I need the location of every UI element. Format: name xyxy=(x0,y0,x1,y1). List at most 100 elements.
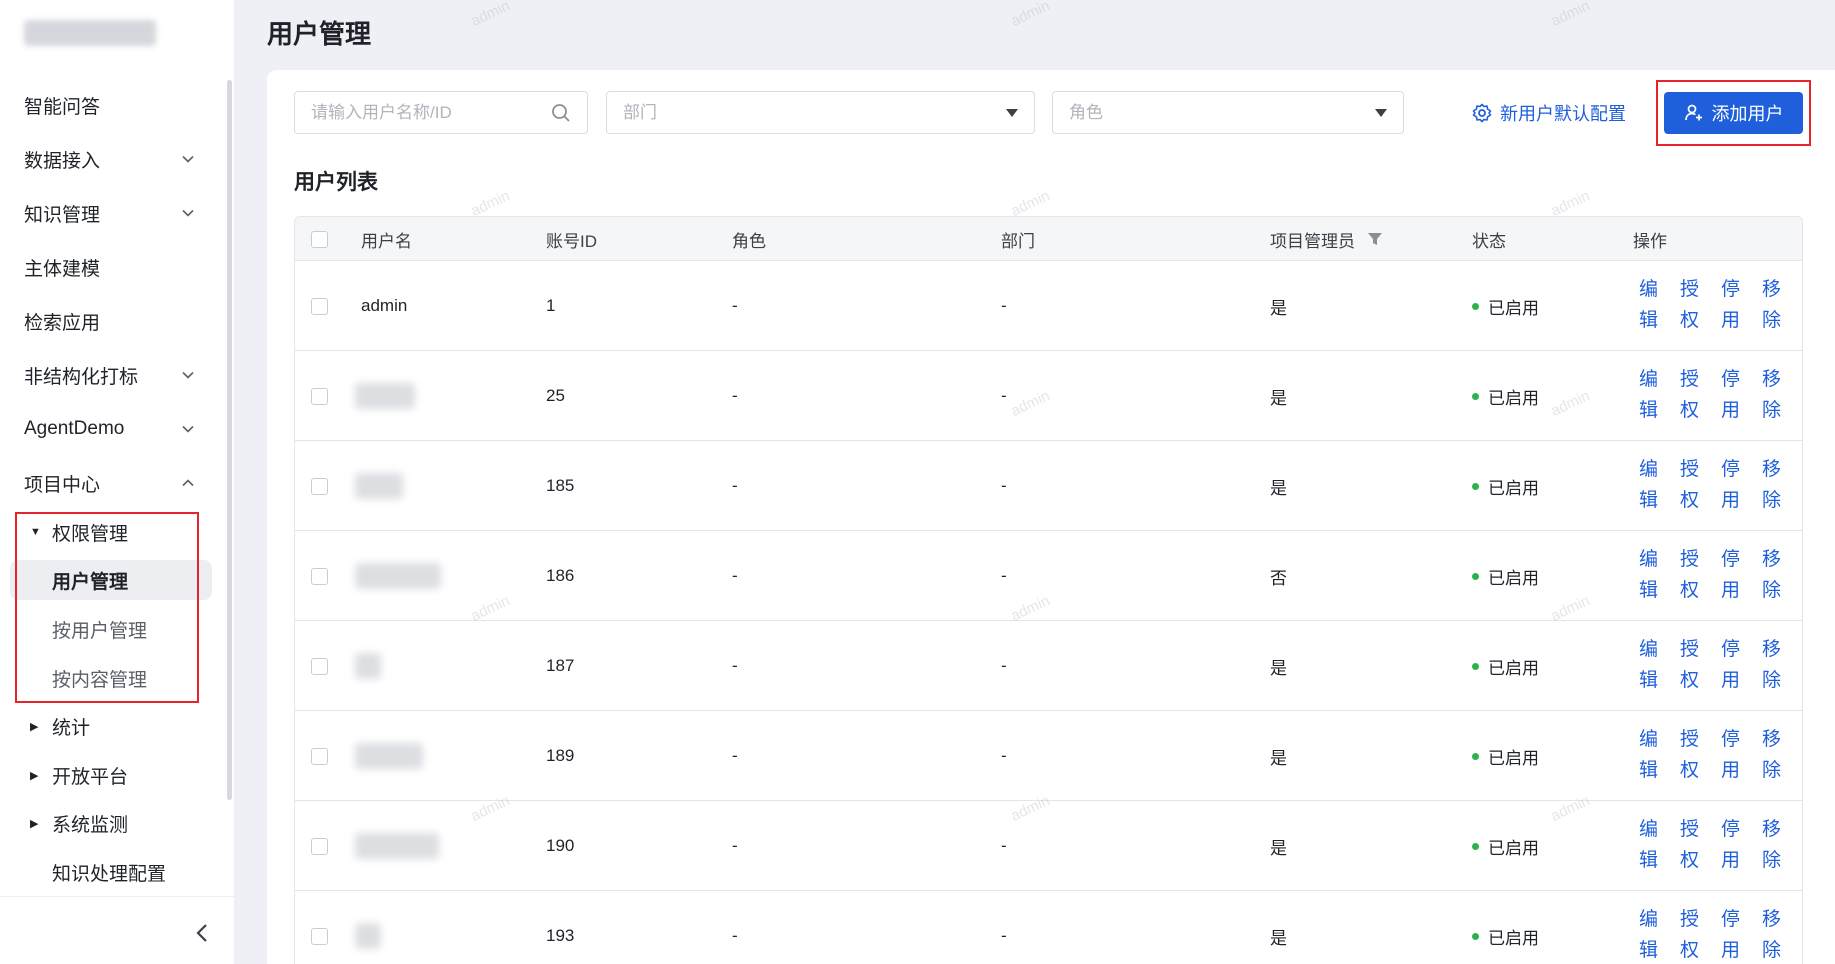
sidebar-item-knowledge-config[interactable]: 知识处理配置 xyxy=(52,852,166,892)
remove-action[interactable]: 移 xyxy=(1756,727,1797,753)
edit-action[interactable]: 编 xyxy=(1633,367,1674,393)
remove-action[interactable]: 移 xyxy=(1756,907,1797,933)
role-select[interactable] xyxy=(1052,91,1404,134)
grant-action[interactable]: 权 xyxy=(1674,578,1715,604)
sidebar-item[interactable]: 知识管理 xyxy=(24,193,200,233)
disable-action[interactable]: 停 xyxy=(1715,907,1756,933)
disable-action[interactable]: 停 xyxy=(1715,367,1756,393)
search-input[interactable] xyxy=(311,102,551,123)
remove-action[interactable]: 除 xyxy=(1756,308,1797,334)
disable-action[interactable]: 用 xyxy=(1715,398,1756,424)
grant-action[interactable]: 权 xyxy=(1674,668,1715,694)
disable-action[interactable]: 停 xyxy=(1715,637,1756,663)
edit-action[interactable]: 辑 xyxy=(1633,668,1674,694)
edit-action[interactable]: 编 xyxy=(1633,637,1674,663)
sidebar-item[interactable]: 检索应用 xyxy=(24,301,200,341)
remove-action[interactable]: 除 xyxy=(1756,938,1797,964)
edit-action[interactable]: 辑 xyxy=(1633,488,1674,514)
remove-action[interactable]: 除 xyxy=(1756,488,1797,514)
grant-action[interactable]: 授 xyxy=(1674,547,1715,573)
disable-action[interactable]: 停 xyxy=(1715,277,1756,303)
grant-action[interactable]: 授 xyxy=(1674,727,1715,753)
sidebar-group-system-monitor[interactable]: ▶ 系统监测 xyxy=(30,803,128,843)
row-checkbox[interactable] xyxy=(311,747,328,765)
remove-action[interactable]: 移 xyxy=(1756,457,1797,483)
edit-action[interactable]: 辑 xyxy=(1633,758,1674,784)
collapse-sidebar-button[interactable] xyxy=(192,920,212,946)
role-select-input[interactable] xyxy=(1069,102,1375,123)
edit-action[interactable]: 辑 xyxy=(1633,578,1674,604)
search-field[interactable] xyxy=(294,91,588,134)
disable-action[interactable]: 用 xyxy=(1715,758,1756,784)
disable-action[interactable]: 停 xyxy=(1715,457,1756,483)
grant-action[interactable]: 授 xyxy=(1674,277,1715,303)
edit-action[interactable]: 辑 xyxy=(1633,398,1674,424)
grant-action[interactable]: 权 xyxy=(1674,308,1715,334)
sidebar-item[interactable]: 非结构化打标 xyxy=(24,355,200,395)
sidebar-item-by-user[interactable]: 按用户管理 xyxy=(52,609,147,649)
edit-action[interactable]: 编 xyxy=(1633,907,1674,933)
edit-action[interactable]: 辑 xyxy=(1633,308,1674,334)
disable-action[interactable]: 用 xyxy=(1715,488,1756,514)
edit-action[interactable]: 编 xyxy=(1633,277,1674,303)
disable-action[interactable]: 用 xyxy=(1715,848,1756,874)
sidebar-group-permission[interactable]: ▼ 权限管理 xyxy=(30,512,128,552)
sidebar-item-user-management[interactable]: 用户管理 xyxy=(10,560,212,600)
sidebar-item[interactable]: 项目中心 xyxy=(24,463,200,503)
dept-select-input[interactable] xyxy=(623,102,1006,123)
remove-action[interactable]: 除 xyxy=(1756,398,1797,424)
edit-action[interactable]: 辑 xyxy=(1633,848,1674,874)
disable-action[interactable]: 停 xyxy=(1715,547,1756,573)
dept-select[interactable] xyxy=(606,91,1035,134)
sidebar-item[interactable]: 主体建模 xyxy=(24,247,200,287)
row-checkbox[interactable] xyxy=(311,297,328,315)
disable-action[interactable]: 停 xyxy=(1715,817,1756,843)
sidebar-group-open-platform[interactable]: ▶ 开放平台 xyxy=(30,755,128,795)
edit-action[interactable]: 编 xyxy=(1633,817,1674,843)
edit-action[interactable]: 辑 xyxy=(1633,938,1674,964)
edit-action[interactable]: 编 xyxy=(1633,547,1674,573)
sidebar-item[interactable]: 智能问答 xyxy=(24,85,200,125)
remove-action[interactable]: 除 xyxy=(1756,758,1797,784)
grant-action[interactable]: 权 xyxy=(1674,758,1715,784)
disable-action[interactable]: 停 xyxy=(1715,727,1756,753)
row-checkbox[interactable] xyxy=(311,927,328,945)
disable-action[interactable]: 用 xyxy=(1715,308,1756,334)
sidebar-scrollbar[interactable] xyxy=(227,80,232,800)
remove-action[interactable]: 移 xyxy=(1756,367,1797,393)
grant-action[interactable]: 授 xyxy=(1674,817,1715,843)
grant-action[interactable]: 权 xyxy=(1674,848,1715,874)
sidebar-group-stats[interactable]: ▶ 统计 xyxy=(30,706,90,746)
edit-action[interactable]: 编 xyxy=(1633,727,1674,753)
grant-action[interactable]: 授 xyxy=(1674,367,1715,393)
sidebar-item-by-content[interactable]: 按内容管理 xyxy=(52,658,147,698)
remove-action[interactable]: 移 xyxy=(1756,637,1797,663)
select-all-checkbox[interactable] xyxy=(311,230,328,248)
remove-action[interactable]: 移 xyxy=(1756,547,1797,573)
grant-action[interactable]: 授 xyxy=(1674,457,1715,483)
grant-action[interactable]: 权 xyxy=(1674,398,1715,424)
remove-action[interactable]: 移 xyxy=(1756,277,1797,303)
row-checkbox[interactable] xyxy=(311,387,328,405)
remove-action[interactable]: 除 xyxy=(1756,848,1797,874)
add-user-button[interactable]: 添加用户 xyxy=(1664,92,1803,134)
disable-action[interactable]: 用 xyxy=(1715,938,1756,964)
grant-action[interactable]: 权 xyxy=(1674,488,1715,514)
remove-action[interactable]: 移 xyxy=(1756,817,1797,843)
grant-action[interactable]: 权 xyxy=(1674,938,1715,964)
grant-action[interactable]: 授 xyxy=(1674,907,1715,933)
row-checkbox[interactable] xyxy=(311,837,328,855)
row-checkbox[interactable] xyxy=(311,657,328,675)
disable-action[interactable]: 用 xyxy=(1715,578,1756,604)
grant-action[interactable]: 授 xyxy=(1674,637,1715,663)
remove-action[interactable]: 除 xyxy=(1756,668,1797,694)
sidebar-item[interactable]: AgentDemo xyxy=(24,409,200,449)
disable-action[interactable]: 用 xyxy=(1715,668,1756,694)
remove-action[interactable]: 除 xyxy=(1756,578,1797,604)
sidebar-item[interactable]: 数据接入 xyxy=(24,139,200,179)
edit-action[interactable]: 编 xyxy=(1633,457,1674,483)
default-config-button[interactable]: 新用户默认配置 xyxy=(1472,99,1626,127)
filter-icon[interactable] xyxy=(1367,231,1383,247)
row-checkbox[interactable] xyxy=(311,567,328,585)
row-checkbox[interactable] xyxy=(311,477,328,495)
